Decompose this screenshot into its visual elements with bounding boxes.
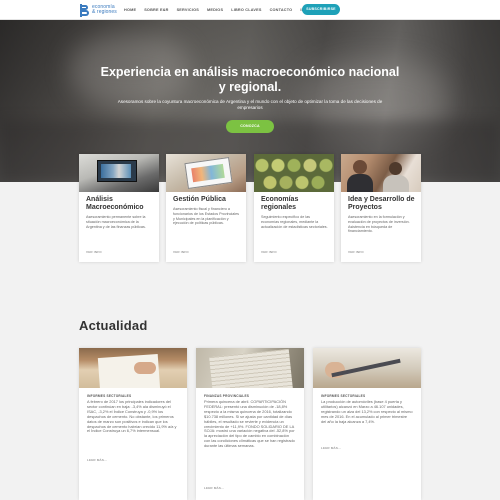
nav-sobre[interactable]: SOBRE E&R <box>144 6 168 14</box>
nav-contacto[interactable]: CONTACTO <box>270 6 293 14</box>
service-card-gestion[interactable]: Gestión Pública Asesoramiento fiscal y f… <box>166 154 246 262</box>
service-more-link[interactable]: VER INFO <box>261 250 277 254</box>
service-image-people <box>341 154 421 192</box>
service-image-apples <box>254 154 334 192</box>
site-header: economía & regiones HOME SOBRE E&R SERVI… <box>0 0 500 20</box>
service-title: Idea y Desarrollo de Proyectos <box>348 196 415 211</box>
hero-cta-button[interactable]: CONOZCA <box>226 120 274 133</box>
service-image-tablet <box>166 154 246 192</box>
service-title: Gestión Pública <box>173 196 226 203</box>
news-read-more-link[interactable]: LEER MÁS... <box>321 446 341 450</box>
news-read-more-link[interactable]: LEER MÁS... <box>87 458 107 462</box>
news-category: INFORMES SECTORIALES <box>87 394 132 398</box>
news-category: INFORMES SECTORIALES <box>321 394 366 398</box>
nav-libro-claves[interactable]: LIBRO CLAVES <box>231 6 261 14</box>
service-description: Asesoramiento permanente sobre la situac… <box>86 215 146 229</box>
nav-home[interactable]: HOME <box>124 6 136 14</box>
logo-mark-icon <box>80 3 89 17</box>
news-category: FINANZAS PROVINCIALES <box>204 394 250 398</box>
logo-line-2: & regiones <box>92 9 117 15</box>
news-card-3[interactable]: INFORMES SECTORIALES La producción de au… <box>313 348 421 500</box>
news-excerpt: Primera quincena de abril. COPARTICIPACI… <box>204 399 295 449</box>
hero-subtitle: Asesoramos sobre la coyuntura macroeconó… <box>117 99 383 110</box>
main-nav: HOME SOBRE E&R SERVICIOS MEDIOS LIBRO CL… <box>124 6 323 14</box>
nav-medios[interactable]: MEDIOS <box>207 6 223 14</box>
news-read-more-link[interactable]: LEER MÁS... <box>204 486 224 490</box>
service-card-proyectos[interactable]: Idea y Desarrollo de Proyectos Asesorami… <box>341 154 421 262</box>
news-image-pen <box>313 348 421 388</box>
news-section-title: Actualidad <box>79 318 148 333</box>
nav-servicios[interactable]: SERVICIOS <box>177 6 199 14</box>
news-image-writing <box>79 348 187 388</box>
logo-text: economía & regiones <box>92 4 117 16</box>
subscribe-button[interactable]: SUBSCRIBIRSE <box>302 4 340 15</box>
news-card-1[interactable]: INFORMES SECTORIALES A febrero de 2017 l… <box>79 348 187 500</box>
hero-title: Experiencia en análisis macroeconómico n… <box>100 65 400 94</box>
service-title: Análisis Macroeconómico <box>86 196 144 211</box>
service-card-regionales[interactable]: Economías regionales Seguimiento específ… <box>254 154 334 262</box>
service-card-macro[interactable]: Análisis Macroeconómico Asesoramiento pe… <box>79 154 159 262</box>
service-description: Asesoramiento fiscal y financiero a func… <box>173 207 240 226</box>
service-more-link[interactable]: VER INFO <box>348 250 364 254</box>
news-excerpt: A febrero de 2017 los principales indica… <box>87 399 177 434</box>
service-image-laptop <box>79 154 159 192</box>
news-card-2[interactable]: FINANZAS PROVINCIALES Primera quincena d… <box>196 348 304 500</box>
service-more-link[interactable]: VER INFO <box>86 250 102 254</box>
news-image-documents <box>196 348 304 388</box>
service-description: Asesoramiento en la formulación y evalua… <box>348 215 410 234</box>
service-description: Seguimiento específico de las economías … <box>261 215 328 229</box>
service-more-link[interactable]: VER INFO <box>173 250 189 254</box>
services-grid: Análisis Macroeconómico Asesoramiento pe… <box>79 154 421 262</box>
service-title: Economías regionales <box>261 196 299 211</box>
news-excerpt: La producción de automóviles (base 4 pue… <box>321 399 413 424</box>
